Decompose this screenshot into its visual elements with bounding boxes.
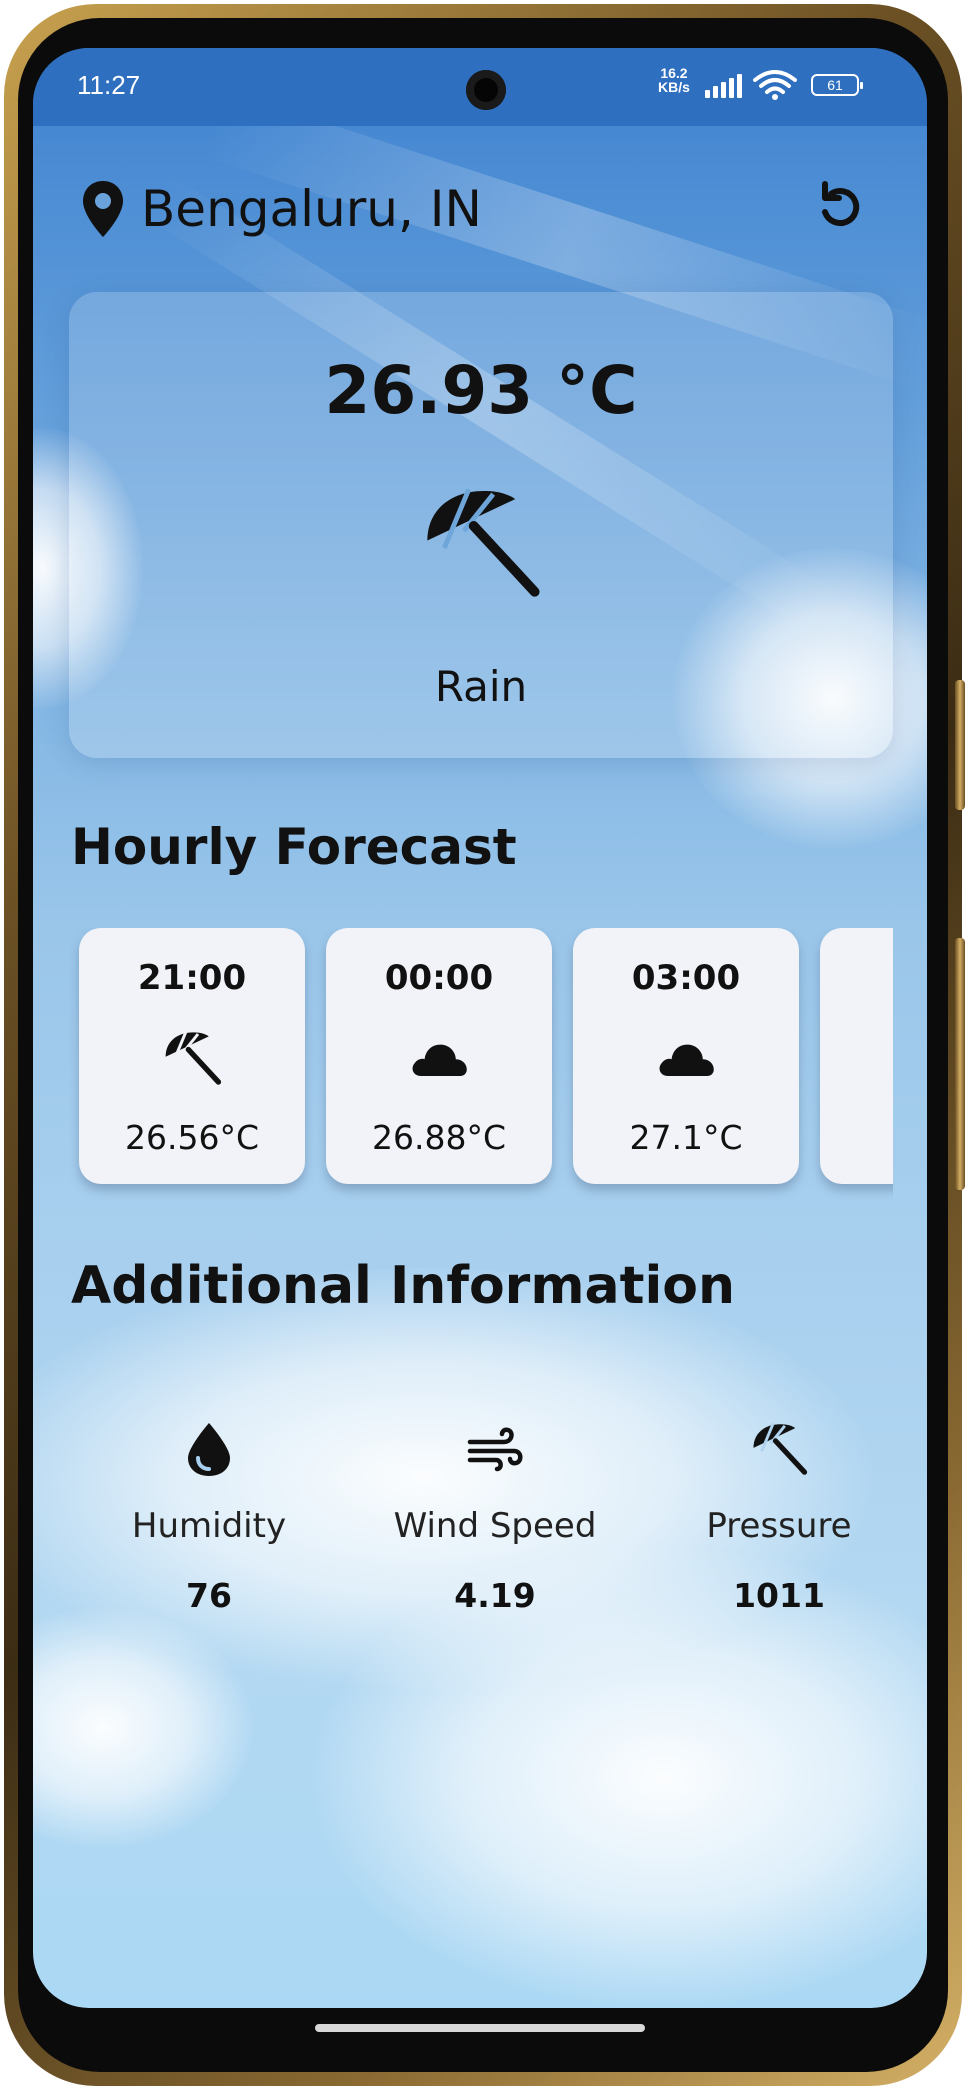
- network-speed-value: 16.2: [660, 65, 688, 81]
- hourly-forecast-list[interactable]: 21:00 26.56°C 00:00 26.88°C 03:00 27.1°C: [69, 928, 893, 1248]
- umbrella-icon: [165, 1031, 222, 1085]
- pressure-label: Pressure: [706, 1506, 852, 1546]
- hourly-card[interactable]: 21:00 26.56°C: [79, 928, 305, 1184]
- water-drop-icon: [188, 1423, 230, 1476]
- hourly-forecast-title: Hourly Forecast: [71, 818, 517, 876]
- umbrella-icon: [753, 1422, 808, 1475]
- status-time: 11:27: [77, 70, 141, 100]
- umbrella-icon: [427, 488, 540, 597]
- pressure-info: Pressure 1011: [649, 1420, 909, 1615]
- network-speed: 16.2 KB/s: [658, 66, 690, 94]
- hourly-temp: 26.56°C: [124, 1118, 259, 1157]
- hourly-temp: 27: [820, 1118, 893, 1157]
- pressure-value: 1011: [733, 1576, 825, 1615]
- volume-button: [955, 680, 965, 810]
- additional-info-title: Additional Information: [71, 1256, 736, 1316]
- wind-speed-value: 4.19: [454, 1576, 536, 1615]
- hourly-card[interactable]: 03:00 27.1°C: [573, 928, 799, 1184]
- current-condition: Rain: [434, 662, 528, 711]
- wind-speed-info: Wind Speed 4.19: [365, 1420, 625, 1615]
- network-speed-unit: KB/s: [658, 79, 690, 95]
- cloud-icon: [412, 1044, 467, 1076]
- hourly-card[interactable]: 0 27: [820, 928, 893, 1184]
- humidity-label: Humidity: [131, 1506, 287, 1546]
- humidity-value: 76: [186, 1576, 232, 1615]
- hourly-time: 00:00: [384, 958, 494, 998]
- wind-icon: [467, 1427, 523, 1472]
- front-camera: [466, 70, 506, 110]
- power-button: [955, 938, 965, 1190]
- hourly-time: 21:00: [137, 958, 247, 998]
- current-temperature: 26.93 °C: [324, 352, 638, 429]
- hourly-time: 0: [820, 958, 893, 998]
- app-screen: 11:27 16.2 KB/s 61 Bengaluru, IN 26.93 °…: [33, 48, 927, 2008]
- refresh-icon[interactable]: [811, 178, 869, 236]
- hourly-temp: 27.1°C: [629, 1118, 743, 1157]
- hourly-card[interactable]: 00:00 26.88°C: [326, 928, 552, 1184]
- location-header: Bengaluru, IN: [81, 174, 482, 244]
- cloud-icon: [659, 1044, 714, 1076]
- hourly-time: 03:00: [631, 958, 741, 998]
- status-bar: 11:27 16.2 KB/s 61: [33, 48, 927, 126]
- location-name: Bengaluru, IN: [141, 180, 482, 238]
- battery-icon: 61: [811, 74, 863, 96]
- humidity-info: Humidity 76: [79, 1420, 339, 1615]
- wind-speed-label: Wind Speed: [393, 1506, 597, 1546]
- home-gesture-bar[interactable]: [315, 2024, 645, 2032]
- signal-icon: [705, 72, 745, 98]
- wifi-icon: [753, 70, 797, 100]
- current-weather-card: 26.93 °C Rain: [69, 292, 893, 758]
- hourly-temp: 26.88°C: [371, 1118, 506, 1157]
- location-pin-icon: [83, 181, 123, 237]
